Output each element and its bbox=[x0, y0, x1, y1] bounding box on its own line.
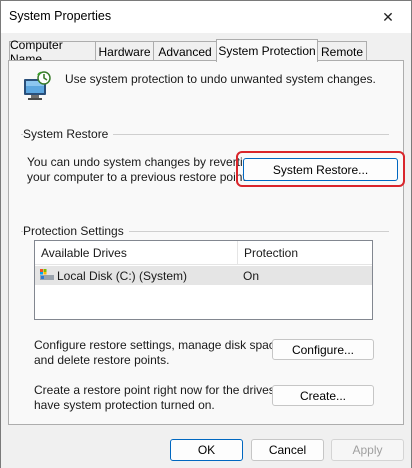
system-restore-button-label: System Restore... bbox=[272, 162, 369, 177]
close-button[interactable]: ✕ bbox=[365, 1, 411, 33]
cancel-button[interactable]: Cancel bbox=[251, 439, 324, 461]
column-header-label: Available Drives bbox=[41, 246, 127, 260]
tab-computer-name[interactable]: Computer Name bbox=[9, 38, 96, 66]
drive-protection-status: On bbox=[243, 268, 260, 283]
create-description: Create a restore point right now for the… bbox=[34, 383, 298, 413]
column-header-label: Protection bbox=[244, 246, 299, 260]
create-button-label: Create... bbox=[299, 388, 347, 403]
protection-settings-group-title: Protection Settings bbox=[23, 224, 129, 238]
cancel-button-label: Cancel bbox=[268, 443, 307, 457]
ok-button[interactable]: OK bbox=[170, 439, 243, 461]
configure-button[interactable]: Configure... bbox=[272, 339, 374, 360]
tab-strip: Computer Name Hardware Advanced System P… bbox=[9, 38, 403, 66]
intro-text: Use system protection to undo unwanted s… bbox=[65, 72, 376, 86]
create-button[interactable]: Create... bbox=[272, 385, 374, 406]
create-description-line2: have system protection turned on. bbox=[34, 398, 215, 412]
system-restore-description: You can undo system changes by reverting… bbox=[27, 155, 256, 185]
title-bar[interactable]: System Properties ✕ bbox=[1, 1, 411, 33]
create-description-line1: Create a restore point right now for the… bbox=[34, 383, 299, 397]
system-protection-icon bbox=[24, 71, 51, 100]
table-row[interactable]: Local Disk (C:) (System) On bbox=[35, 266, 372, 285]
system-protection-panel: Use system protection to undo unwanted s… bbox=[8, 60, 405, 425]
configure-description: Configure restore settings, manage disk … bbox=[34, 338, 285, 368]
drives-list[interactable]: Available Drives Protection Local Disk (… bbox=[34, 240, 373, 320]
apply-button[interactable]: Apply bbox=[331, 439, 404, 461]
system-restore-description-line1: You can undo system changes by reverting bbox=[27, 155, 257, 169]
tab-hardware[interactable]: Hardware bbox=[95, 41, 154, 61]
drive-name: Local Disk (C:) (System) bbox=[57, 268, 188, 283]
drives-list-header: Available Drives Protection bbox=[35, 241, 372, 265]
window-title: System Properties bbox=[9, 9, 112, 23]
system-restore-group-title: System Restore bbox=[23, 127, 114, 141]
tab-remote[interactable]: Remote bbox=[317, 41, 367, 61]
tab-advanced[interactable]: Advanced bbox=[153, 41, 217, 61]
ok-button-label: OK bbox=[197, 443, 216, 457]
tab-label: System Protection bbox=[218, 44, 316, 58]
tab-label: Advanced bbox=[158, 44, 212, 59]
dialog-footer: OK Cancel Apply bbox=[1, 426, 411, 468]
tab-system-protection[interactable]: System Protection bbox=[216, 39, 318, 62]
system-restore-description-line2: your computer to a previous restore poin… bbox=[27, 170, 250, 184]
apply-button-label: Apply bbox=[352, 443, 383, 457]
configure-description-line2: and delete restore points. bbox=[34, 353, 170, 367]
configure-description-line1: Configure restore settings, manage disk … bbox=[34, 338, 285, 352]
drive-icon bbox=[40, 269, 54, 280]
tab-label: Hardware bbox=[98, 44, 151, 59]
system-properties-window: System Properties ✕ Computer Name Hardwa… bbox=[0, 0, 412, 468]
column-header-protection[interactable]: Protection bbox=[237, 241, 372, 265]
column-header-available-drives[interactable]: Available Drives bbox=[35, 241, 237, 265]
system-restore-button[interactable]: System Restore... bbox=[243, 158, 398, 181]
tab-label: Remote bbox=[320, 44, 364, 59]
configure-button-label: Configure... bbox=[291, 342, 355, 357]
close-icon: ✕ bbox=[382, 8, 394, 25]
